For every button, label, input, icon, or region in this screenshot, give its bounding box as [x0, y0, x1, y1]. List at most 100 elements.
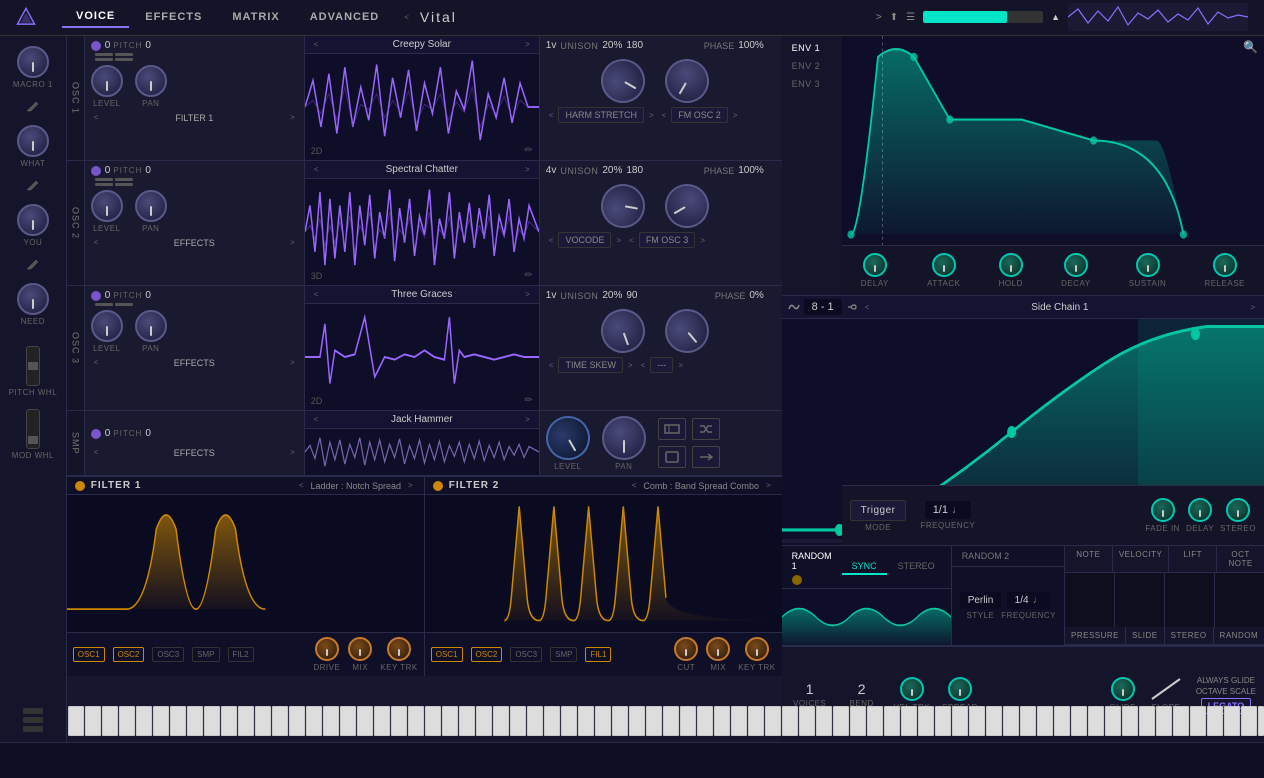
pitch-wheel[interactable]: [26, 346, 40, 386]
tab-voice[interactable]: VOICE: [62, 6, 129, 28]
osc1-enable-dot[interactable]: [91, 41, 101, 51]
keyboard-svg[interactable]: [4, 745, 1200, 777]
filter2-preset-next[interactable]: >: [763, 480, 774, 491]
osc2-phase-knob[interactable]: [657, 176, 717, 236]
oct-note-area[interactable]: [1215, 573, 1264, 627]
osc3-wave-next[interactable]: >: [522, 289, 533, 300]
osc3-wave-canvas[interactable]: 2D ✏: [305, 304, 539, 410]
filter1-canvas[interactable]: [67, 495, 424, 632]
osc3-pitch-left[interactable]: 0: [105, 290, 111, 301]
osc1-level-knob[interactable]: [91, 65, 123, 97]
filter2-mix-knob[interactable]: [706, 637, 730, 661]
filter2-preset-prev[interactable]: <: [629, 480, 640, 491]
smp-record-icon[interactable]: [658, 446, 686, 468]
osc1-wave-prev[interactable]: <: [311, 39, 322, 50]
spread-knob[interactable]: [948, 677, 972, 701]
osc3-main-knob[interactable]: [595, 303, 651, 359]
smp-enable-dot[interactable]: [91, 429, 101, 439]
osc3-phase-knob[interactable]: [656, 300, 718, 362]
filter2-canvas[interactable]: [425, 495, 782, 632]
env-delay-knob[interactable]: [863, 253, 887, 277]
filter1-smp-btn[interactable]: SMP: [192, 647, 219, 662]
lfo-stereo-knob[interactable]: [1226, 498, 1250, 522]
osc2-pitch-left[interactable]: 0: [105, 165, 111, 176]
osc1-mod2-next[interactable]: >: [730, 110, 741, 121]
macro-1-knob[interactable]: [17, 46, 49, 78]
random2-style-display[interactable]: Perlin: [960, 592, 1002, 609]
osc3-pitch-right[interactable]: 0: [145, 290, 151, 301]
stereo-tab[interactable]: STEREO: [888, 559, 945, 575]
osc1-filter-prev[interactable]: <: [91, 112, 102, 123]
osc2-enable-dot[interactable]: [91, 166, 101, 176]
osc1-pitch-right[interactable]: 0: [145, 40, 151, 51]
lfo-freq-control[interactable]: 1/1 ♩: [925, 501, 971, 519]
osc2-filter-next[interactable]: >: [287, 237, 298, 248]
macro-4-knob[interactable]: [17, 283, 49, 315]
smp-pitch-left[interactable]: 0: [105, 428, 111, 439]
nav-next[interactable]: >: [876, 12, 882, 23]
env-sustain-knob[interactable]: [1136, 253, 1160, 277]
env-tab-3[interactable]: ENV 3: [786, 76, 838, 92]
osc3-mod1-next[interactable]: >: [625, 360, 636, 371]
osc2-filter-prev[interactable]: <: [91, 237, 102, 248]
mod-wheel[interactable]: [26, 409, 40, 449]
osc1-mod1-label[interactable]: HARM STRETCH: [558, 107, 644, 123]
filter1-preset-prev[interactable]: <: [296, 480, 307, 491]
osc1-wave-canvas[interactable]: 2D ✏: [305, 54, 539, 160]
osc2-mod2-prev[interactable]: <: [626, 235, 637, 246]
filter2-dot[interactable]: [433, 481, 443, 491]
env-release-knob[interactable]: [1213, 253, 1237, 277]
env-hold-knob[interactable]: [999, 253, 1023, 277]
osc2-pan-knob[interactable]: [135, 190, 167, 222]
slider-icon-1[interactable]: [23, 708, 43, 714]
osc3-pan-knob[interactable]: [135, 310, 167, 342]
osc1-mod1-next[interactable]: >: [646, 110, 657, 121]
osc3-mod2-prev[interactable]: <: [638, 360, 649, 371]
filter2-osc2-btn[interactable]: OSC2: [471, 647, 503, 662]
smp-level-knob[interactable]: [538, 407, 598, 467]
osc3-filter-prev[interactable]: <: [91, 357, 102, 368]
lfo-chain-prev[interactable]: <: [862, 302, 873, 313]
osc1-mod2-prev[interactable]: <: [659, 110, 670, 121]
env-decay-knob[interactable]: [1064, 253, 1088, 277]
smp-shuffle-icon[interactable]: [692, 418, 720, 440]
filter2-smp-btn[interactable]: SMP: [550, 647, 577, 662]
random-tab-1[interactable]: RANDOM 1: [788, 549, 836, 573]
env-search-icon[interactable]: 🔍: [1243, 40, 1258, 54]
osc1-mod2-label[interactable]: FM OSC 2: [671, 107, 728, 123]
osc3-level-knob[interactable]: [91, 310, 123, 342]
filter1-dot[interactable]: [75, 481, 85, 491]
env-tab-2[interactable]: ENV 2: [786, 58, 838, 74]
smp-filter-next[interactable]: >: [287, 447, 298, 458]
osc1-main-knob[interactable]: [593, 51, 653, 111]
smp-filter-prev[interactable]: <: [91, 447, 102, 458]
filter2-osc1-btn[interactable]: OSC1: [431, 647, 463, 662]
filter1-keytrk-knob[interactable]: [387, 637, 411, 661]
slope-display[interactable]: [1148, 677, 1184, 701]
osc3-wave-prev[interactable]: <: [311, 289, 322, 300]
osc2-mod1-label[interactable]: VOCODE: [558, 232, 611, 248]
osc3-mod2-label[interactable]: ---: [650, 357, 673, 373]
filter2-fil1-btn[interactable]: FIL1: [585, 647, 611, 662]
osc2-edit-icon[interactable]: ✏: [524, 270, 532, 281]
vel-trk-knob[interactable]: [900, 677, 924, 701]
osc3-mod1-prev[interactable]: <: [546, 360, 557, 371]
filter2-cut-knob[interactable]: [674, 637, 698, 661]
filter1-osc1-btn[interactable]: OSC1: [73, 647, 105, 662]
filter1-fil2-btn[interactable]: FIL2: [228, 647, 254, 662]
filter1-drive-knob[interactable]: [315, 637, 339, 661]
tab-advanced[interactable]: ADVANCED: [296, 7, 394, 27]
macro-3-knob[interactable]: [17, 204, 49, 236]
filter2-osc3-btn[interactable]: OSC3: [510, 647, 542, 662]
osc3-enable-dot[interactable]: [91, 291, 101, 301]
filter1-osc2-btn[interactable]: OSC2: [113, 647, 145, 662]
osc2-wave-canvas[interactable]: 3D ✏: [305, 179, 539, 285]
osc1-edit-icon[interactable]: ✏: [524, 145, 532, 156]
lfo-fadein-knob[interactable]: [1151, 498, 1175, 522]
osc2-mod1-prev[interactable]: <: [546, 235, 557, 246]
random2-freq-display[interactable]: 1/4 ♩: [1007, 592, 1051, 609]
lfo-chain-next[interactable]: >: [1247, 302, 1258, 313]
export-icon[interactable]: ⬆: [890, 12, 898, 23]
osc2-main-knob[interactable]: [597, 181, 648, 232]
slider-icon-3[interactable]: [23, 726, 43, 732]
